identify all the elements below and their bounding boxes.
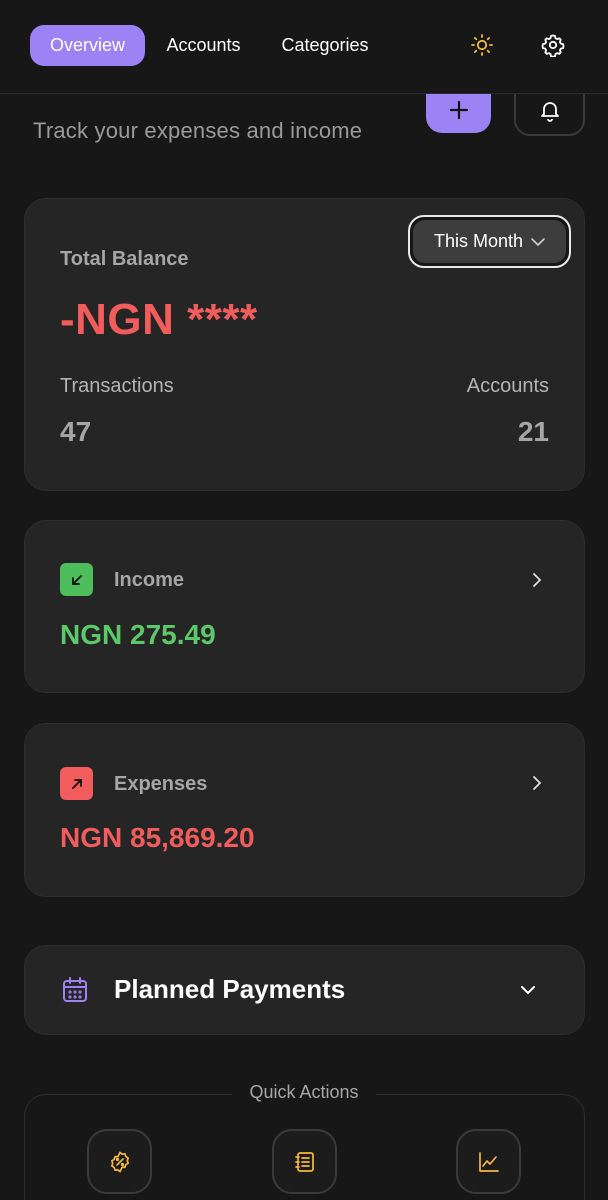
chevron-right-icon[interactable] <box>527 570 547 590</box>
tab-categories[interactable]: Categories <box>265 25 385 66</box>
accounts-count: 21 <box>517 416 549 447</box>
expenses-card[interactable] <box>24 723 585 897</box>
total-balance-label: Total Balance <box>60 248 189 270</box>
notes-action-button[interactable] <box>272 1129 337 1194</box>
accounts-label: Accounts <box>466 375 549 397</box>
gear-icon[interactable] <box>538 30 568 60</box>
tab-overview[interactable]: Overview <box>30 25 145 66</box>
quick-actions-title: Quick Actions <box>232 1082 376 1106</box>
bell-icon <box>540 102 559 122</box>
expenses-amount: NGN 85,869.20 <box>60 822 255 853</box>
transactions-count: 47 <box>60 416 92 447</box>
chevron-down-icon[interactable] <box>518 980 538 1000</box>
analytics-action-button[interactable] <box>456 1129 521 1194</box>
tab-accounts[interactable]: Accounts <box>150 25 257 66</box>
line-chart-icon <box>478 1151 499 1172</box>
top-navigation: Overview Accounts Categories <box>0 0 608 94</box>
discount-action-button[interactable] <box>87 1129 152 1194</box>
plus-icon <box>449 100 468 119</box>
chevron-right-icon[interactable] <box>527 773 547 793</box>
chevron-down-icon <box>531 237 545 246</box>
sun-icon[interactable] <box>467 30 497 60</box>
total-balance-amount: -NGN **** <box>60 295 258 344</box>
arrow-down-left-icon <box>60 563 93 596</box>
page-subtitle: Track your expenses and income <box>33 118 363 143</box>
income-label: Income <box>114 569 185 591</box>
calendar-icon <box>61 976 89 1009</box>
discount-badge-icon <box>110 1150 129 1173</box>
notebook-icon <box>294 1151 314 1172</box>
income-card[interactable] <box>24 520 585 693</box>
transactions-label: Transactions <box>60 375 174 397</box>
arrow-up-right-icon <box>60 767 93 800</box>
income-amount: NGN 275.49 <box>60 619 216 650</box>
expenses-label: Expenses <box>114 773 208 795</box>
period-selector-label: This Month <box>433 231 524 251</box>
planned-payments-title: Planned Payments <box>114 974 346 1004</box>
period-selector[interactable]: This Month <box>408 215 571 268</box>
